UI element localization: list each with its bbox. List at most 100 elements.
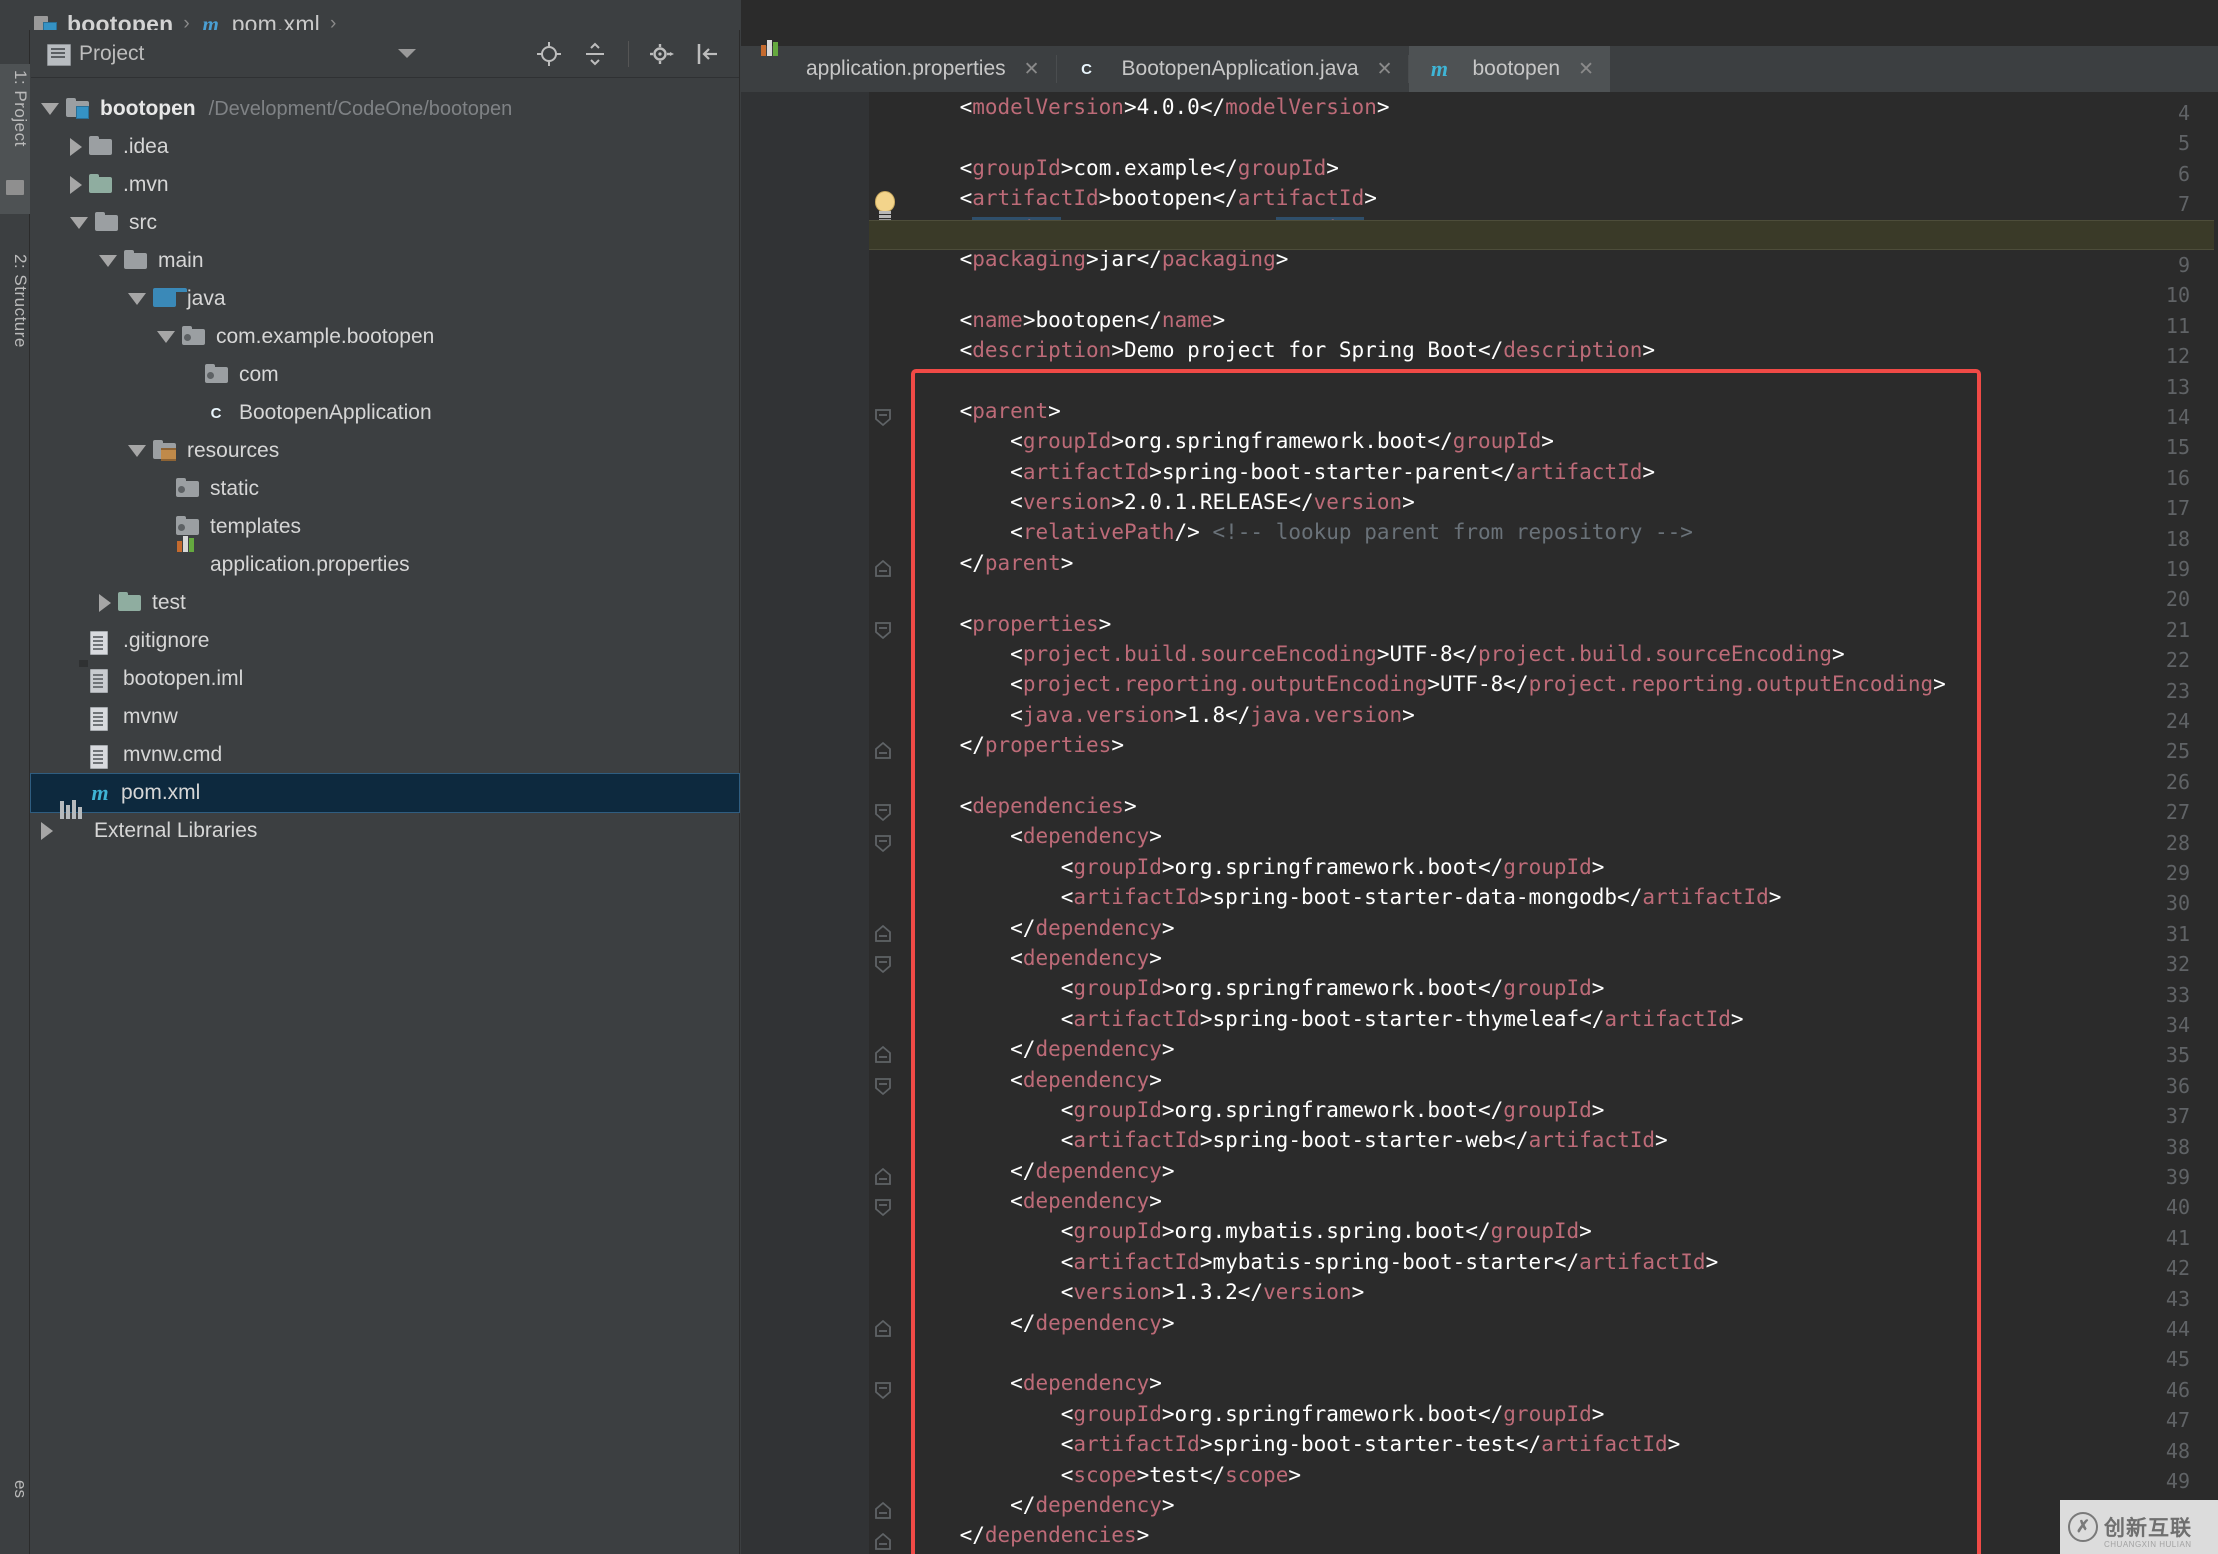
fold-collapse-end-icon[interactable] [872,1531,894,1553]
tree-item--gitignore[interactable]: .gitignore [31,622,739,660]
editor-area: application.properties ✕ BootopenApplicati… [741,0,2218,1554]
maven-m-icon: m [91,780,109,805]
tree-item-path: /Development/CodeOne/bootopen [208,97,513,120]
tree-item-bootopen[interactable]: bootopen/Development/CodeOne/bootopen [31,90,739,128]
fold-expanded-icon[interactable] [872,406,894,428]
editor-tab-bootopenapplication-java[interactable]: BootopenApplication.java ✕ [1057,46,1409,92]
folder-icon [88,136,114,158]
chevron-right-icon[interactable] [70,176,82,194]
tree-item-java[interactable]: java [31,280,739,318]
chevron-down-icon[interactable] [157,331,175,343]
chevron-down-icon[interactable] [128,445,146,457]
tree-item-label: resources [187,439,280,462]
tree-item-resources[interactable]: resources [31,432,739,470]
chevron-down-icon[interactable] [41,103,59,115]
module-icon [65,98,91,120]
code-line: </dependency> [1010,1492,1175,1517]
fold-expanded-icon[interactable] [872,1196,894,1218]
tree-item-src[interactable]: src [31,204,739,242]
editor-scrollbar[interactable] [2214,92,2218,1554]
package-folder-icon [181,326,207,348]
fold-expanded-icon[interactable] [872,832,894,854]
chevron-right-icon[interactable] [70,138,82,156]
editor-tab-bar: application.properties ✕ BootopenApplicati… [741,40,2218,92]
tree-item-bootopenapplication[interactable]: BootopenApplication [31,394,739,432]
fold-expanded-icon[interactable] [872,953,894,975]
tree-item-external-libraries[interactable]: External Libraries [31,800,739,850]
code-editor[interactable]: 4567891011121314151617181920212223242526… [741,92,2218,1554]
properties-file-icon [175,536,201,576]
fold-collapse-end-icon[interactable] [872,1044,894,1066]
code-line: <groupId>com.example</groupId> [959,155,1339,180]
project-tree[interactable]: bootopen/Development/CodeOne/bootopen .id… [30,78,740,850]
code-line: <version>1.3.2</version> [1060,1280,1365,1305]
tree-item-bootopen-iml[interactable]: bootopen.iml [31,660,739,698]
chevron-down-icon[interactable] [99,255,117,267]
chevron-down-icon[interactable] [398,49,416,58]
tree-item-main[interactable]: main [31,242,739,280]
chevron-down-icon[interactable] [128,293,146,305]
text-file-icon [88,744,114,766]
fold-expanded-icon[interactable] [872,619,894,641]
chevron-right-icon[interactable] [41,822,53,840]
editor-tab-bootopen[interactable]: m bootopen ✕ [1409,46,1610,92]
tree-item-com-example-bootopen[interactable]: com.example.bootopen [31,318,739,356]
code-line: </dependencies> [959,1523,1150,1548]
collapse-all-icon[interactable] [582,41,608,67]
code-line: <artifactId>spring-boot-starter-data-mon… [1060,885,1782,910]
tree-item-templates[interactable]: templates [31,508,739,546]
fold-collapse-end-icon[interactable] [872,923,894,945]
resources-root-folder-icon [152,440,178,462]
tool-window-strip: 1: Project 2: Structure es [0,30,30,1554]
code-line: <artifactId>spring-boot-starter-parent</… [1010,459,1656,484]
editor-tab-application-properties[interactable]: application.properties ✕ [741,40,1056,92]
tree-item-mvnw[interactable]: mvnw [31,698,739,736]
fold-collapse-end-icon[interactable] [872,1166,894,1188]
code-content[interactable]: <modelVersion>4.0.0</modelVersion> <grou… [901,92,2218,1554]
fold-collapse-end-icon[interactable] [872,740,894,762]
fold-expanded-icon[interactable] [872,1075,894,1097]
tree-item-label: bootopen [100,97,196,120]
tree-item-mvnw-cmd[interactable]: mvnw.cmd [31,736,739,774]
tree-item--mvn[interactable]: .mvn [31,166,739,204]
intention-bulb-icon[interactable] [873,191,897,221]
tool-window-button-bottom[interactable]: es [0,1480,30,1550]
code-line: </properties> [959,733,1124,758]
fold-collapse-end-icon[interactable] [872,1318,894,1340]
tree-item-pom-xml[interactable]: m pom.xml [30,773,740,813]
folder-icon [117,592,143,614]
fold-collapse-end-icon[interactable] [872,558,894,580]
tree-item-label: src [129,211,157,234]
close-icon[interactable]: ✕ [1024,58,1040,81]
tool-window-button-structure[interactable]: 2: Structure [0,248,30,408]
tree-item--idea[interactable]: .idea [31,128,739,166]
chevron-right-icon[interactable] [99,594,111,612]
tree-item-com[interactable]: com [31,356,739,394]
close-icon[interactable]: ✕ [1578,58,1594,81]
fold-collapse-end-icon[interactable] [872,1500,894,1522]
text-file-icon [88,706,114,728]
tree-item-label: main [158,249,204,272]
project-panel-title: Project [79,41,145,65]
fold-expanded-icon[interactable] [872,1379,894,1401]
hide-panel-icon[interactable] [695,41,721,67]
fold-expanded-icon[interactable] [872,801,894,823]
locate-target-icon[interactable] [536,41,562,67]
code-line: <artifactId>spring-boot-starter-web</art… [1060,1128,1668,1153]
editor-gutter[interactable] [741,92,869,1554]
tree-item-application-properties[interactable]: application.properties [31,536,739,584]
tree-item-label: mvnw [123,705,178,728]
tree-item-static[interactable]: static [31,470,739,508]
code-line: <groupId>org.springframework.boot</group… [1060,976,1605,1001]
settings-gear-icon[interactable] [649,41,675,67]
chevron-down-icon[interactable] [70,217,88,229]
close-icon[interactable]: ✕ [1377,58,1393,81]
code-line: </dependency> [1010,1037,1175,1062]
tree-item-test[interactable]: test [31,584,739,622]
text-file-icon [88,630,114,652]
